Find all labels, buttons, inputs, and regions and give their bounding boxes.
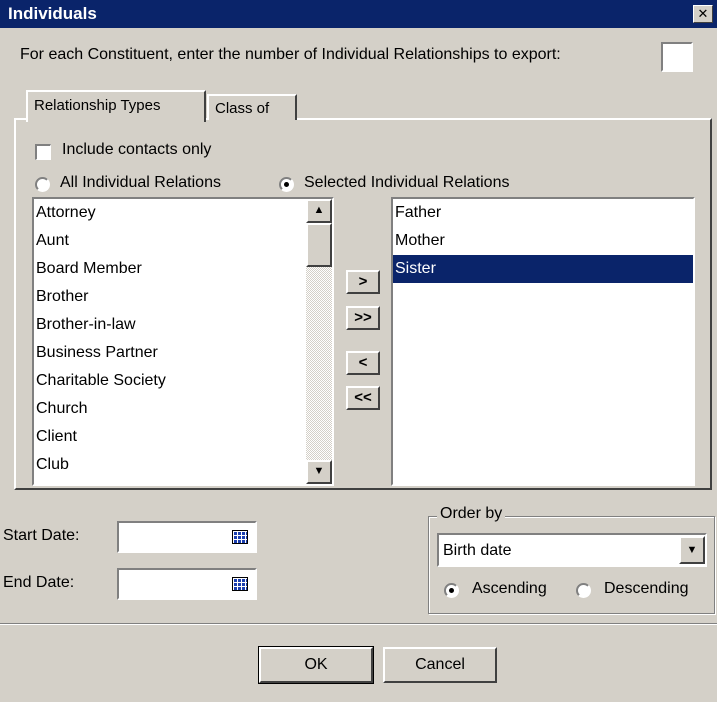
selected-relations-list[interactable]: Father Mother Sister bbox=[391, 197, 695, 486]
include-contacts-label: Include contacts only bbox=[62, 141, 212, 158]
order-by-value: Birth date bbox=[443, 542, 512, 559]
selected-relations-label: Selected Individual Relations bbox=[304, 174, 510, 191]
tab-relationship-types[interactable]: Relationship Types bbox=[26, 90, 206, 122]
remove-all-button[interactable]: << bbox=[346, 386, 380, 410]
calendar-icon[interactable] bbox=[232, 577, 248, 591]
end-date-label: End Date: bbox=[3, 574, 75, 591]
cancel-button[interactable]: Cancel bbox=[383, 647, 497, 683]
dialog-title: Individuals bbox=[8, 4, 97, 23]
start-date-field[interactable] bbox=[117, 521, 257, 553]
close-icon: ✕ bbox=[697, 6, 709, 21]
footer-separator bbox=[0, 623, 717, 625]
scroll-up-button[interactable]: ▲ bbox=[306, 199, 332, 223]
list-item[interactable]: Brother bbox=[34, 283, 306, 311]
tab-label: Relationship Types bbox=[34, 97, 161, 114]
scroll-down-button[interactable]: ▼ bbox=[306, 460, 332, 484]
list-item[interactable]: Charitable Society bbox=[34, 367, 306, 395]
add-selected-button[interactable]: > bbox=[346, 270, 380, 294]
ok-button[interactable]: OK bbox=[258, 646, 374, 684]
tab-label: Class of bbox=[215, 100, 270, 117]
end-date-field[interactable] bbox=[117, 568, 257, 600]
all-relations-label: All Individual Relations bbox=[60, 174, 221, 191]
list-item[interactable]: Client bbox=[34, 423, 306, 451]
list-item[interactable]: Church bbox=[34, 395, 306, 423]
available-relations-list[interactable]: Attorney Aunt Board Member Brother Broth… bbox=[32, 197, 334, 486]
list-item[interactable]: Club bbox=[34, 451, 306, 479]
chevron-down-icon: ▼ bbox=[686, 544, 698, 556]
list-item-selected[interactable]: Sister bbox=[393, 255, 693, 283]
start-date-label: Start Date: bbox=[3, 527, 80, 544]
descending-label: Descending bbox=[604, 580, 689, 597]
list-item[interactable]: Business Partner bbox=[34, 339, 306, 367]
title-bar: Individuals ✕ bbox=[0, 0, 717, 28]
tab-class-of[interactable]: Class of bbox=[207, 94, 297, 120]
dropdown-button[interactable]: ▼ bbox=[679, 536, 705, 564]
arrow-up-icon: ▲ bbox=[313, 204, 325, 216]
radio-dot bbox=[449, 588, 454, 593]
available-list-scrollbar[interactable]: ▲ ▼ bbox=[306, 199, 332, 484]
ascending-radio[interactable] bbox=[444, 583, 459, 598]
list-item[interactable]: Brother-in-law bbox=[34, 311, 306, 339]
ascending-label: Ascending bbox=[472, 580, 547, 597]
remove-selected-button[interactable]: < bbox=[346, 351, 380, 375]
all-relations-radio[interactable] bbox=[35, 177, 50, 192]
scroll-thumb[interactable] bbox=[306, 223, 332, 267]
radio-dot bbox=[284, 182, 289, 187]
arrow-down-icon: ▼ bbox=[313, 465, 325, 477]
list-item[interactable]: Board Member bbox=[34, 255, 306, 283]
close-button[interactable]: ✕ bbox=[693, 5, 713, 23]
list-item[interactable]: Father bbox=[393, 199, 693, 227]
list-item[interactable]: Mother bbox=[393, 227, 693, 255]
count-prompt-label: For each Constituent, enter the number o… bbox=[20, 46, 561, 63]
order-by-select[interactable]: Birth date ▼ bbox=[437, 533, 707, 567]
descending-radio[interactable] bbox=[576, 583, 591, 598]
relationship-count-input[interactable] bbox=[661, 42, 693, 72]
include-contacts-checkbox[interactable] bbox=[35, 144, 51, 160]
add-all-button[interactable]: >> bbox=[346, 306, 380, 330]
calendar-icon[interactable] bbox=[232, 530, 248, 544]
available-items: Attorney Aunt Board Member Brother Broth… bbox=[34, 199, 306, 484]
selected-relations-radio[interactable] bbox=[279, 177, 294, 192]
list-item[interactable]: Aunt bbox=[34, 227, 306, 255]
order-by-label: Order by bbox=[437, 505, 506, 523]
list-item[interactable]: Attorney bbox=[34, 199, 306, 227]
